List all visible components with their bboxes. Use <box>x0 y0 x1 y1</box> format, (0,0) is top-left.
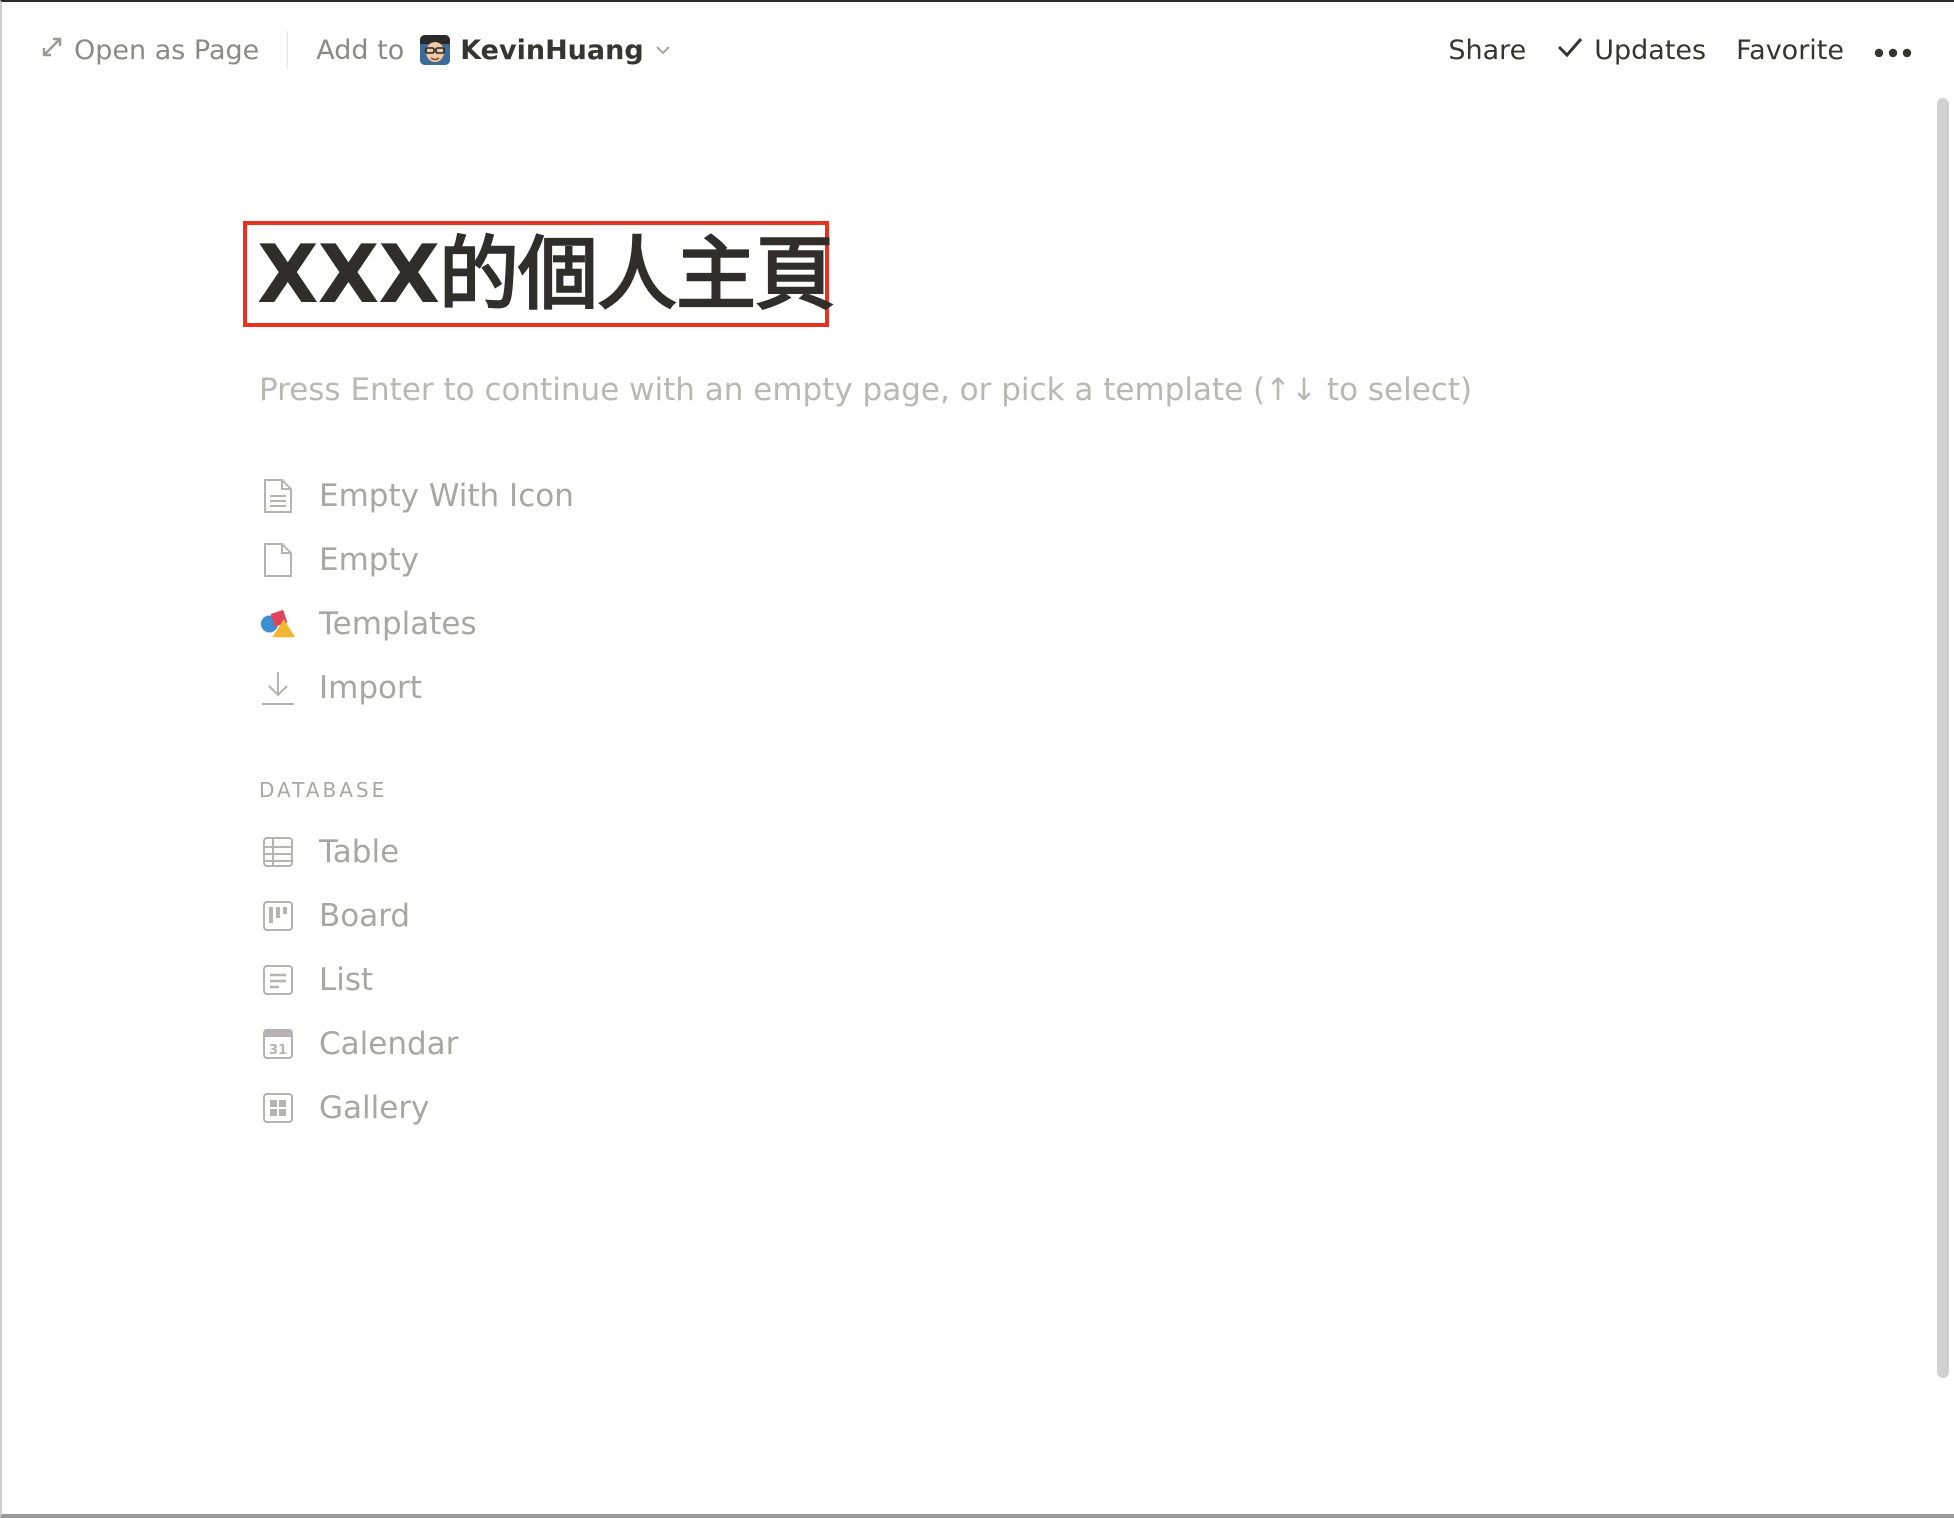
share-label: Share <box>1448 34 1527 66</box>
option-label: Import <box>319 670 422 706</box>
option-label: Empty With Icon <box>319 478 574 514</box>
workspace-selector[interactable]: KevinHuang <box>420 35 671 66</box>
scrollbar-thumb[interactable] <box>1937 98 1949 1378</box>
list-icon <box>259 961 297 999</box>
favorite-label: Favorite <box>1736 34 1844 66</box>
updates-label: Updates <box>1594 34 1707 66</box>
open-as-page-button[interactable]: Open as Page <box>40 35 259 66</box>
option-list[interactable]: List <box>259 948 458 1012</box>
page-title[interactable]: XXX的個人主頁 <box>257 228 835 322</box>
download-icon <box>259 669 297 707</box>
divider <box>287 31 289 69</box>
top-bar-right: Share Updates Favorite <box>1448 28 1912 72</box>
open-as-page-label: Open as Page <box>74 34 260 66</box>
option-board[interactable]: Board <box>259 884 458 948</box>
add-to-label: Add to <box>316 34 405 66</box>
option-label: Table <box>319 834 400 870</box>
top-bar: Open as Page Add to KevinHuang Share Upd… <box>2 2 1954 98</box>
page-icon <box>259 541 297 579</box>
option-gallery[interactable]: Gallery <box>259 1076 458 1140</box>
option-templates[interactable]: Templates <box>259 592 574 656</box>
updates-button[interactable]: Updates <box>1556 35 1706 66</box>
app-window: Open as Page Add to KevinHuang Share Upd… <box>0 0 1954 1518</box>
option-empty[interactable]: Empty <box>259 528 574 592</box>
more-options-button[interactable] <box>1874 35 1912 66</box>
expand-arrows-icon <box>40 35 64 66</box>
checkmark-icon <box>1556 35 1584 66</box>
ellipsis-icon <box>1874 35 1912 66</box>
database-section-label: DATABASE <box>259 778 388 802</box>
top-bar-left: Open as Page Add to KevinHuang <box>40 28 672 72</box>
chevron-down-icon <box>654 35 672 66</box>
option-label: List <box>319 962 374 998</box>
option-label: Templates <box>319 606 477 642</box>
option-label: Calendar <box>319 1026 459 1062</box>
option-label: Board <box>319 898 411 934</box>
table-icon <box>259 833 297 871</box>
calendar-icon-number: 31 <box>269 1043 287 1058</box>
option-label: Gallery <box>319 1090 430 1126</box>
board-icon <box>259 897 297 935</box>
option-import[interactable]: Import <box>259 656 574 720</box>
favorite-button[interactable]: Favorite <box>1736 35 1844 66</box>
template-hint: Press Enter to continue with an empty pa… <box>259 372 1473 408</box>
shapes-icon <box>259 605 297 643</box>
option-empty-with-icon[interactable]: Empty With Icon <box>259 464 574 528</box>
share-button[interactable]: Share <box>1448 35 1526 66</box>
template-options: Empty With Icon Empty Templates Import <box>259 464 574 720</box>
workspace-name: KevinHuang <box>460 34 644 66</box>
scrollbar[interactable] <box>1934 98 1950 1498</box>
gallery-icon <box>259 1089 297 1127</box>
option-label: Empty <box>319 542 419 578</box>
option-table[interactable]: Table <box>259 820 458 884</box>
avatar <box>420 35 451 65</box>
database-options: Table Board List 31 Calendar Gallery <box>259 820 458 1140</box>
page-lines-icon <box>259 477 297 515</box>
calendar-icon: 31 <box>259 1025 297 1063</box>
option-calendar[interactable]: 31 Calendar <box>259 1012 458 1076</box>
